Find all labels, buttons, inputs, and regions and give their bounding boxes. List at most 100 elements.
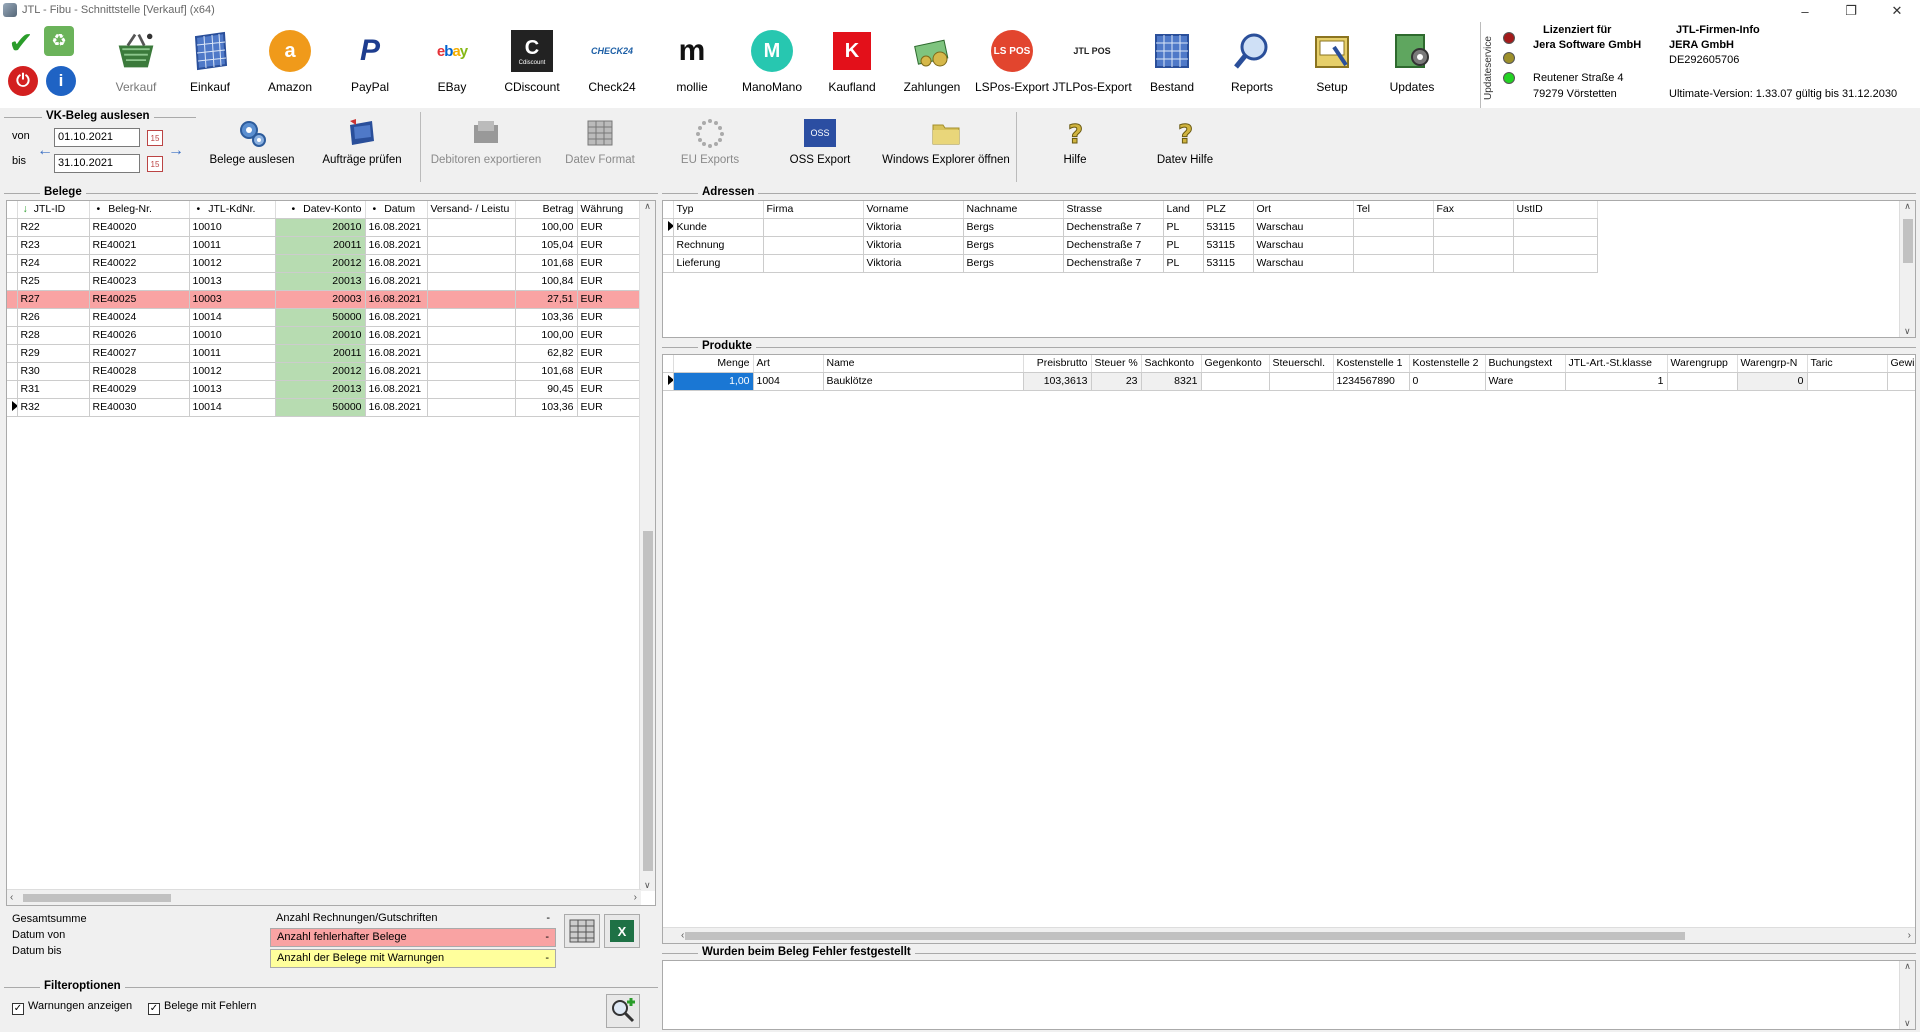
column-header[interactable]: Kostenstelle 2 — [1409, 355, 1486, 373]
table-row[interactable]: R22 RE40020 10010 20010 16.08.2021 100,00 EUR — [7, 218, 642, 237]
column-header[interactable]: Nachname — [963, 201, 1064, 219]
close-button[interactable]: ✕ — [1874, 0, 1920, 22]
adressen-vscrollbar[interactable]: ∧ ∨ — [1899, 201, 1915, 337]
ribbon-reports-button[interactable]: Reports — [1212, 28, 1292, 104]
ribbon-updates-button[interactable]: Updates — [1372, 28, 1452, 104]
scroll-left-icon[interactable]: ‹ — [10, 892, 13, 903]
column-header[interactable]: Vorname — [863, 201, 964, 219]
table-row[interactable]: R29 RE40027 10011 20011 16.08.2021 62,82 EUR — [7, 344, 642, 363]
column-header[interactable]: Betrag — [515, 201, 578, 219]
datev-hilfe-button[interactable]: ? Datev Hilfe — [1140, 112, 1230, 182]
ribbon-paypal-button[interactable]: P PayPal — [330, 28, 410, 104]
ribbon-mollie-button[interactable]: m mollie — [652, 28, 732, 104]
table-row[interactable]: R26 RE40024 10014 50000 16.08.2021 103,36 EUR — [7, 308, 642, 327]
column-header[interactable]: Warengrp-N — [1737, 355, 1808, 373]
minimize-button[interactable]: – — [1782, 0, 1828, 22]
debitoren-exportieren-button[interactable]: Debitoren exportieren — [424, 112, 548, 182]
datev-format-button[interactable]: Datev Format — [556, 112, 644, 182]
power-icon[interactable]: ⏻ — [8, 66, 38, 96]
scroll-right-icon[interactable]: › — [1908, 930, 1911, 941]
date-to-input[interactable]: 31.10.2021 — [54, 154, 140, 173]
calendar-to-icon[interactable]: 15 — [147, 156, 163, 172]
oss-export-button[interactable]: OSS OSS Export — [770, 112, 870, 182]
ribbon-cdiscount-button[interactable]: C Cdiscount CDiscount — [492, 28, 572, 104]
table-row[interactable]: R25 RE40023 10013 20013 16.08.2021 100,84 EUR — [7, 272, 642, 291]
column-header[interactable]: Name — [823, 355, 1024, 373]
belege-vscrollbar[interactable]: ∧ ∨ — [639, 201, 655, 891]
address-row[interactable]: Kunde Viktoria Bergs Dechenstraße 7 PL 53115 W… — [663, 218, 1598, 237]
column-header[interactable]: Steuer % — [1091, 355, 1142, 373]
column-header[interactable]: Tel — [1353, 201, 1434, 219]
ribbon-bestand-button[interactable]: Bestand — [1132, 28, 1212, 104]
filter-search-button[interactable] — [606, 994, 640, 1028]
column-header[interactable]: Gewi — [1887, 355, 1915, 373]
table-row[interactable]: R28 RE40026 10010 20010 16.08.2021 100,00 EUR — [7, 326, 642, 345]
scroll-left-icon[interactable]: ‹ — [681, 930, 684, 941]
column-header[interactable]: Sachkonto — [1141, 355, 1202, 373]
hscroll-thumb[interactable] — [685, 932, 1685, 940]
ribbon-einkauf-button[interactable]: Einkauf — [170, 28, 250, 104]
scroll-down-icon[interactable]: ∨ — [644, 880, 651, 891]
column-header[interactable]: Buchungstext — [1485, 355, 1566, 373]
ribbon-check24-button[interactable]: CHECK24 Check24 — [572, 28, 652, 104]
ribbon-ebay-button[interactable]: ebay EBay — [412, 28, 492, 104]
check-icon[interactable]: ✔ — [6, 27, 36, 60]
table-row[interactable]: R27 RE40025 10003 20003 16.08.2021 27,51 EUR — [7, 290, 642, 309]
column-header[interactable]: Währung — [577, 201, 642, 219]
column-header[interactable]: Steuerschl. — [1269, 355, 1334, 373]
calendar-from-icon[interactable]: 15 — [147, 130, 163, 146]
column-header[interactable]: Firma — [763, 201, 864, 219]
column-header[interactable]: UstID — [1513, 201, 1598, 219]
column-header[interactable]: Taric — [1807, 355, 1888, 373]
column-header[interactable]: Kostenstelle 1 — [1333, 355, 1410, 373]
ribbon-jtlpos-export-button[interactable]: JTL POS JTLPos-Export — [1052, 28, 1132, 104]
ribbon-zahlungen-button[interactable]: Zahlungen — [892, 28, 972, 104]
quantity-cell[interactable]: 1,00 — [673, 372, 754, 391]
ribbon-lspos-export-button[interactable]: LS POS LSPos-Export — [972, 28, 1052, 104]
hscroll-thumb[interactable] — [23, 894, 171, 902]
ribbon-kaufland-button[interactable]: K Kaufland — [812, 28, 892, 104]
table-row[interactable]: R24 RE40022 10012 20012 16.08.2021 101,68 EUR — [7, 254, 642, 273]
ribbon-verkauf-button[interactable]: Verkauf — [96, 28, 176, 104]
restore-button[interactable]: ❐ — [1828, 0, 1874, 22]
prev-period-icon[interactable]: ← — [37, 142, 53, 160]
ribbon-manomano-button[interactable]: M ManoMano — [732, 28, 812, 104]
next-period-icon[interactable]: → — [168, 142, 184, 160]
scroll-up-icon[interactable]: ∧ — [640, 201, 655, 212]
table-row[interactable]: R32 RE40030 10014 50000 16.08.2021 103,36 EUR — [7, 398, 642, 417]
ribbon-setup-button[interactable]: Setup — [1292, 28, 1372, 104]
recycle-icon[interactable]: ♻ — [44, 26, 74, 56]
date-from-input[interactable]: 01.10.2021 — [54, 128, 140, 147]
table-row[interactable]: R31 RE40029 10013 20013 16.08.2021 90,45 EUR — [7, 380, 642, 399]
column-header[interactable]: Preisbrutto — [1023, 355, 1092, 373]
table-row[interactable]: R30 RE40028 10012 20012 16.08.2021 101,68 EUR — [7, 362, 642, 381]
address-row[interactable]: Lieferung Viktoria Bergs Dechenstraße 7 PL 53… — [663, 254, 1598, 273]
column-header[interactable]: Ort — [1253, 201, 1354, 219]
belege-auslesen-button[interactable]: Belege auslesen — [202, 112, 302, 182]
column-header[interactable]: Gegenkonto — [1201, 355, 1270, 373]
ribbon-amazon-button[interactable]: a Amazon — [250, 28, 330, 104]
scroll-thumb[interactable] — [643, 531, 653, 871]
column-header[interactable]: • JTL-KdNr. — [189, 201, 276, 219]
column-header[interactable]: Fax — [1433, 201, 1514, 219]
column-header[interactable]: JTL-Art.-St.klasse — [1565, 355, 1668, 373]
belege-hscrollbar[interactable]: ‹ › — [7, 889, 641, 905]
scroll-thumb[interactable] — [1903, 219, 1913, 263]
column-header[interactable]: Menge — [673, 355, 754, 373]
column-header[interactable]: • Datum — [365, 201, 428, 219]
column-header[interactable]: ↓ JTL-ID — [17, 201, 90, 219]
column-header[interactable]: PLZ — [1203, 201, 1254, 219]
column-header[interactable]: Warengrupp — [1667, 355, 1738, 373]
product-row[interactable]: 1,00 1004 Bauklötze 103,3613 23 8321 123456789… — [663, 372, 1915, 391]
warnungen-checkbox[interactable]: ✓ Warnungen anzeigen — [12, 1000, 132, 1015]
info-icon[interactable]: i — [46, 66, 76, 96]
produkte-hscrollbar[interactable]: ‹ › — [663, 927, 1915, 943]
column-header[interactable]: Land — [1163, 201, 1204, 219]
column-header[interactable]: Art — [753, 355, 824, 373]
windows-explorer-button[interactable]: Windows Explorer öffnen — [876, 112, 1016, 182]
column-header[interactable]: Typ — [673, 201, 764, 219]
hilfe-button[interactable]: ? Hilfe — [1030, 112, 1120, 182]
fehler-vscrollbar[interactable]: ∧ ∨ — [1899, 961, 1915, 1029]
scroll-right-icon[interactable]: › — [634, 892, 637, 903]
table-row[interactable]: R23 RE40021 10011 20011 16.08.2021 105,04 EUR — [7, 236, 642, 255]
